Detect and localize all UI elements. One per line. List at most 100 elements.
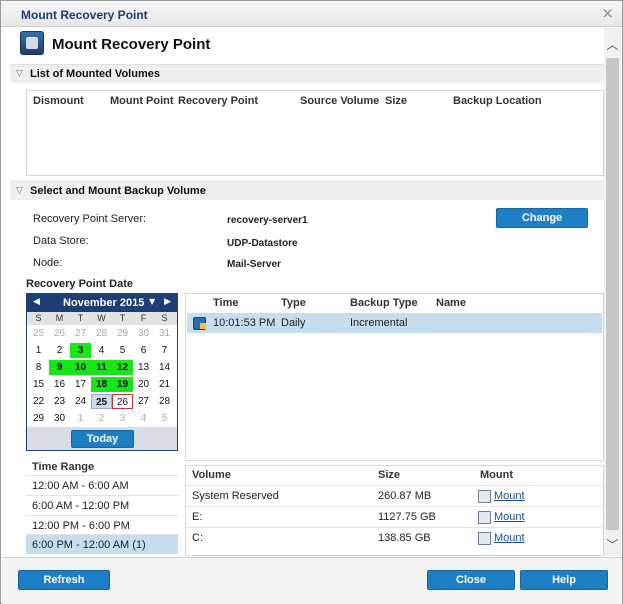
next-month-icon[interactable]: ▶ bbox=[164, 297, 171, 307]
volume-size: 1127.75 GB bbox=[378, 511, 436, 523]
calendar-day[interactable]: 29 bbox=[112, 326, 133, 341]
calendar-day[interactable]: 3 bbox=[112, 411, 133, 426]
calendar-day-backup[interactable]: 10 bbox=[70, 360, 91, 375]
column-header[interactable]: Mount Point bbox=[110, 95, 174, 107]
calendar-day[interactable]: 21 bbox=[154, 377, 175, 392]
column-header[interactable]: Backup Type bbox=[350, 297, 418, 309]
mount-link[interactable]: Mount bbox=[494, 532, 525, 544]
column-header[interactable]: Dismount bbox=[33, 95, 84, 107]
calendar-day[interactable]: 2 bbox=[49, 343, 70, 358]
calendar-day[interactable]: 27 bbox=[133, 394, 154, 409]
mount-icon[interactable] bbox=[478, 490, 491, 503]
column-header[interactable]: Mount bbox=[480, 469, 513, 481]
column-header[interactable]: Name bbox=[436, 297, 466, 309]
volumes-table: Volume Size Mount System Reserved 260.87… bbox=[185, 465, 604, 556]
calendar-day-backup[interactable]: 3 bbox=[70, 343, 91, 358]
column-header[interactable]: Size bbox=[378, 469, 400, 481]
chevron-down-icon[interactable]: ▼ bbox=[149, 297, 155, 306]
calendar-day[interactable]: 24 bbox=[70, 394, 91, 409]
mount-link[interactable]: Mount bbox=[494, 490, 525, 502]
weekday: W bbox=[97, 313, 106, 323]
select-mount-section-header[interactable]: ▽ Select and Mount Backup Volume bbox=[10, 181, 604, 200]
column-header[interactable]: Volume bbox=[192, 469, 231, 481]
calendar-day-backup[interactable]: 12 bbox=[112, 360, 133, 375]
volume-size: 260.87 MB bbox=[378, 490, 432, 502]
calendar-weekdays: S M T W T F S bbox=[27, 312, 177, 325]
calendar-day-selected[interactable]: 25 bbox=[91, 394, 112, 409]
time-range-item-selected[interactable]: 6:00 PM - 12:00 AM (1) bbox=[26, 534, 178, 554]
table-row: C: 138.85 GB Mount bbox=[186, 527, 603, 548]
calendar-day-backup[interactable]: 11 bbox=[91, 360, 112, 375]
calendar-day-backup[interactable]: 18 bbox=[91, 377, 112, 392]
calendar-day[interactable]: 26 bbox=[49, 326, 70, 341]
time-range-item[interactable]: 12:00 PM - 6:00 PM bbox=[26, 515, 178, 535]
scroll-down-icon[interactable]: ﹀ bbox=[604, 536, 621, 554]
calendar-day[interactable]: 5 bbox=[112, 343, 133, 358]
mount-icon[interactable] bbox=[478, 532, 491, 545]
table-row: System Reserved 260.87 MB Mount bbox=[186, 485, 603, 506]
calendar-day[interactable]: 5 bbox=[154, 411, 175, 426]
calendar-day[interactable]: 17 bbox=[70, 377, 91, 392]
calendar-day-backup[interactable]: 19 bbox=[112, 377, 133, 392]
mount-icon[interactable] bbox=[478, 511, 491, 524]
calendar-day[interactable]: 4 bbox=[91, 343, 112, 358]
volume-name: System Reserved bbox=[192, 490, 279, 502]
calendar-day[interactable]: 23 bbox=[49, 394, 70, 409]
refresh-button[interactable]: Refresh bbox=[18, 570, 110, 590]
column-header[interactable]: Time bbox=[213, 297, 238, 309]
table-row: E: 1127.75 GB Mount bbox=[186, 506, 603, 527]
calendar-day[interactable]: 6 bbox=[133, 343, 154, 358]
column-header[interactable]: Type bbox=[281, 297, 306, 309]
column-header[interactable]: Backup Location bbox=[453, 95, 542, 107]
dialog-footer: Refresh Close Help bbox=[2, 557, 622, 604]
calendar-day[interactable]: 15 bbox=[28, 377, 49, 392]
calendar-day[interactable]: 8 bbox=[28, 360, 49, 375]
calendar-day[interactable]: 13 bbox=[133, 360, 154, 375]
calendar-day[interactable]: 30 bbox=[49, 411, 70, 426]
calendar-day[interactable]: 31 bbox=[154, 326, 175, 341]
calendar-day[interactable]: 28 bbox=[154, 394, 175, 409]
mounted-volumes-section-header[interactable]: ▽ List of Mounted Volumes bbox=[10, 64, 604, 83]
mount-link[interactable]: Mount bbox=[494, 511, 525, 523]
weekday: T bbox=[119, 313, 126, 323]
prev-month-icon[interactable]: ◀ bbox=[33, 297, 40, 307]
dialog-content: Mount Recovery Point ▽ List of Mounted V… bbox=[2, 28, 604, 556]
close-button[interactable]: Close bbox=[427, 570, 515, 590]
scrollbar-thumb[interactable] bbox=[606, 58, 619, 530]
today-button[interactable]: Today bbox=[71, 430, 134, 448]
calendar-day[interactable]: 14 bbox=[154, 360, 175, 375]
help-button[interactable]: Help bbox=[520, 570, 608, 590]
calendar-day-today[interactable]: 26 bbox=[112, 394, 133, 409]
datastore-value: UDP-Datastore bbox=[227, 238, 298, 249]
calendar-day[interactable]: 2 bbox=[91, 411, 112, 426]
calendar-day-backup[interactable]: 9 bbox=[49, 360, 70, 375]
change-button[interactable]: Change bbox=[496, 208, 588, 228]
column-header[interactable]: Size bbox=[385, 95, 407, 107]
scroll-up-icon[interactable]: ︿ bbox=[604, 36, 621, 54]
calendar-day[interactable]: 29 bbox=[28, 411, 49, 426]
collapse-triangle-icon[interactable]: ▽ bbox=[16, 185, 23, 196]
time-range-item[interactable]: 6:00 AM - 12:00 PM bbox=[26, 495, 178, 515]
calendar-day[interactable]: 7 bbox=[154, 343, 175, 358]
time-range-item[interactable]: 12:00 AM - 6:00 AM bbox=[26, 475, 178, 495]
weekday: S bbox=[161, 313, 168, 323]
column-header[interactable]: Source Volume bbox=[300, 95, 379, 107]
column-header[interactable]: Recovery Point bbox=[178, 95, 258, 107]
close-icon[interactable]: × bbox=[601, 4, 614, 22]
calendar-month[interactable]: November 2015 bbox=[63, 297, 144, 309]
calendar-day[interactable]: 1 bbox=[28, 343, 49, 358]
calendar-day[interactable]: 16 bbox=[49, 377, 70, 392]
calendar-day[interactable]: 22 bbox=[28, 394, 49, 409]
vertical-scrollbar[interactable]: ︿ ﹀ bbox=[604, 28, 621, 556]
calendar-day[interactable]: 1 bbox=[70, 411, 91, 426]
recovery-point-date-label: Recovery Point Date bbox=[26, 278, 133, 290]
calendar-day[interactable]: 25 bbox=[28, 326, 49, 341]
calendar-day[interactable]: 20 bbox=[133, 377, 154, 392]
title-bar[interactable]: Mount Recovery Point × bbox=[1, 1, 622, 27]
calendar-day[interactable]: 30 bbox=[133, 326, 154, 341]
calendar-day[interactable]: 27 bbox=[70, 326, 91, 341]
calendar-day[interactable]: 4 bbox=[133, 411, 154, 426]
collapse-triangle-icon[interactable]: ▽ bbox=[16, 68, 23, 79]
table-row[interactable]: 10:01:53 PM Daily Incremental bbox=[187, 313, 602, 333]
calendar-day[interactable]: 28 bbox=[91, 326, 112, 341]
